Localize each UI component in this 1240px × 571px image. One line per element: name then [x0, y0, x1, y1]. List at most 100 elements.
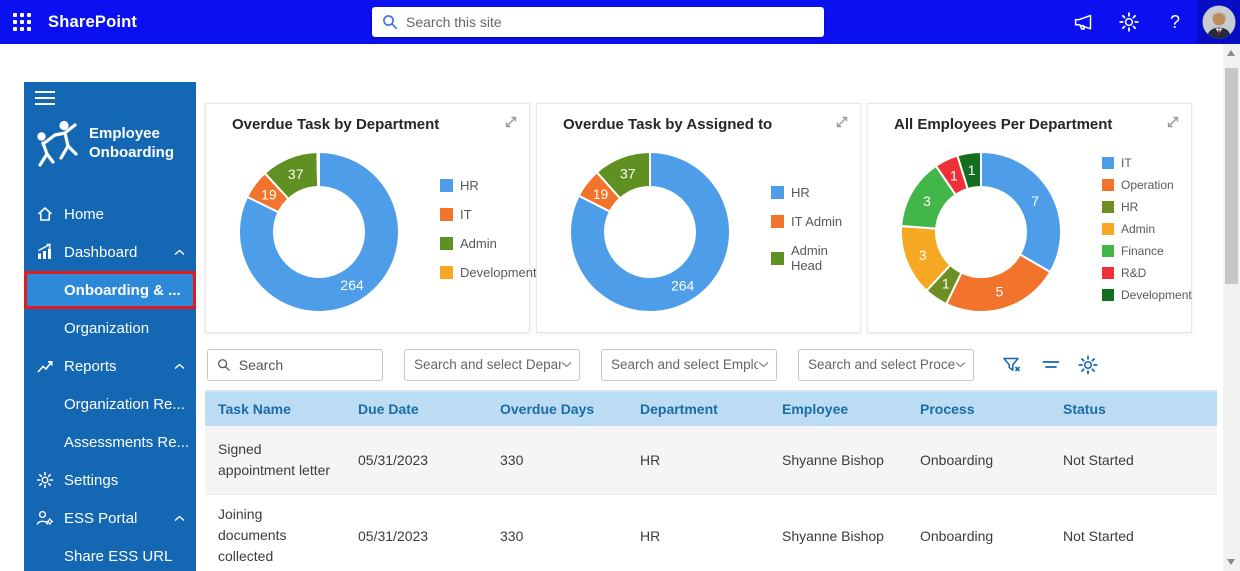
legend-label: Development	[1121, 288, 1192, 302]
column-header-overdue-days[interactable]: Overdue Days	[487, 401, 627, 417]
gear-icon	[36, 471, 54, 489]
donut-slice-Operation[interactable]	[946, 255, 1050, 313]
chevron-down-icon	[955, 361, 966, 368]
legend-item-IT Admin[interactable]: IT Admin	[771, 214, 860, 229]
legend-swatch	[440, 237, 453, 250]
sidebar-item-assessments-reports[interactable]: Assessments Re...	[24, 423, 196, 461]
column-header-department[interactable]: Department	[627, 401, 769, 417]
column-header-process[interactable]: Process	[907, 401, 1050, 417]
legend-item-HR[interactable]: HR	[771, 185, 860, 200]
scrollbar-thumb[interactable]	[1225, 68, 1238, 284]
sidebar-item-ess-portal[interactable]: ESS Portal	[24, 499, 196, 537]
legend-item-Development[interactable]: Development	[1102, 288, 1192, 302]
site-search-input[interactable]	[406, 14, 814, 30]
table-cell: 330	[487, 452, 627, 468]
chevron-down-icon	[561, 361, 572, 368]
table-row[interactable]: Signed appointment letter05/31/2023330HR…	[205, 426, 1217, 494]
department-filter-dropdown[interactable]: Search and select Depart	[404, 349, 580, 381]
sidebar-item-dashboard[interactable]: Dashboard	[24, 233, 196, 271]
sidebar-item-label: Onboarding & ...	[64, 282, 181, 299]
topbar-actions: ?	[1060, 0, 1240, 44]
chart-legend: HR IT Admin Development	[440, 136, 537, 322]
legend-item-Finance[interactable]: Finance	[1102, 244, 1192, 258]
table-search-input[interactable]	[239, 357, 373, 373]
sidebar-item-organization[interactable]: Organization	[24, 309, 196, 347]
user-avatar	[1202, 5, 1236, 39]
legend-swatch	[1102, 245, 1114, 257]
expand-icon[interactable]	[1164, 113, 1182, 131]
legend-label: Development	[460, 265, 537, 280]
legend-item-Admin[interactable]: Admin	[440, 236, 537, 251]
chevron-up-icon	[174, 515, 185, 522]
sidebar-item-organization-reports[interactable]: Organization Re...	[24, 385, 196, 423]
table-cell: Shyanne Bishop	[769, 452, 907, 468]
legend-label: Admin Head	[791, 243, 860, 273]
legend-swatch	[1102, 289, 1114, 301]
legend-swatch	[771, 186, 784, 199]
chart-card-employees-per-department: All Employees Per Department 7513311 ITO…	[867, 103, 1192, 333]
sidebar-item-home[interactable]: Home	[24, 195, 196, 233]
dropdown-placeholder: Search and select Proces	[808, 357, 955, 372]
legend-swatch	[771, 252, 784, 265]
table-cell: Not Started	[1050, 452, 1217, 468]
scroll-up-arrow[interactable]	[1227, 50, 1235, 56]
column-header-employee[interactable]: Employee	[769, 401, 907, 417]
table-search-box[interactable]	[207, 349, 383, 381]
announcements-button[interactable]	[1060, 0, 1106, 44]
legend-item-HR[interactable]: HR	[440, 178, 537, 193]
help-button[interactable]: ?	[1152, 0, 1198, 44]
sidebar-item-reports[interactable]: Reports	[24, 347, 196, 385]
legend-item-Operation[interactable]: Operation	[1102, 178, 1192, 192]
sharepoint-brand-link[interactable]: SharePoint	[48, 13, 137, 32]
sidebar-item-share-ess-url[interactable]: Share ESS URL	[24, 537, 196, 571]
legend-item-R&D[interactable]: R&D	[1102, 266, 1192, 280]
account-menu-button[interactable]	[1198, 0, 1240, 44]
process-filter-dropdown[interactable]: Search and select Proces	[798, 349, 974, 381]
legend-label: IT Admin	[791, 214, 842, 229]
sidebar-item-label: Home	[64, 206, 104, 223]
settings-button[interactable]	[1106, 0, 1152, 44]
legend-label: R&D	[1121, 266, 1146, 280]
legend-label: HR	[791, 185, 810, 200]
legend-item-Admin Head[interactable]: Admin Head	[771, 243, 860, 273]
sidebar-item-settings[interactable]: Settings	[24, 461, 196, 499]
topbar: SharePoint ?	[0, 0, 1240, 44]
table-settings-button[interactable]	[1077, 354, 1099, 376]
legend-item-IT[interactable]: IT	[440, 207, 537, 222]
donut-slice-Development[interactable]	[317, 152, 319, 187]
expand-icon[interactable]	[833, 113, 851, 131]
vertical-scrollbar[interactable]	[1223, 44, 1240, 571]
legend-label: Operation	[1121, 178, 1174, 192]
filter-lines-icon	[1040, 354, 1062, 375]
search-icon	[217, 357, 231, 373]
legend-swatch	[440, 208, 453, 221]
table-row[interactable]: Joining documents collected05/31/2023330…	[205, 494, 1217, 571]
column-header-due-date[interactable]: Due Date	[345, 401, 487, 417]
table-cell: 05/31/2023	[345, 528, 487, 544]
legend-item-Development[interactable]: Development	[440, 265, 537, 280]
scroll-down-arrow[interactable]	[1227, 559, 1235, 565]
employee-filter-dropdown[interactable]: Search and select Emplo	[601, 349, 777, 381]
column-header-status[interactable]: Status	[1050, 401, 1217, 417]
filter-lines-button[interactable]	[1040, 354, 1062, 375]
clear-filter-button[interactable]	[1001, 354, 1023, 375]
reports-line-chart-icon	[36, 357, 54, 375]
legend-item-HR[interactable]: HR	[1102, 200, 1192, 214]
chevron-down-icon	[758, 361, 769, 368]
column-header-task-name[interactable]: Task Name	[205, 401, 345, 417]
app-launcher-waffle-icon[interactable]	[0, 0, 44, 44]
legend-swatch	[1102, 179, 1114, 191]
table-cell: Onboarding	[907, 528, 1050, 544]
legend-swatch	[440, 179, 453, 192]
legend-item-IT[interactable]: IT	[1102, 156, 1192, 170]
expand-icon[interactable]	[502, 113, 520, 131]
legend-label: HR	[1121, 200, 1138, 214]
legend-swatch	[1102, 157, 1114, 169]
home-icon	[36, 205, 54, 223]
hamburger-menu-icon[interactable]	[35, 91, 196, 105]
chart-title: All Employees Per Department	[894, 116, 1112, 133]
sidebar-item-onboarding-dashboard[interactable]: Onboarding & ...	[24, 271, 196, 309]
legend-item-Admin[interactable]: Admin	[1102, 222, 1192, 236]
legend-label: Admin	[460, 236, 497, 251]
site-search-box[interactable]	[372, 7, 824, 37]
